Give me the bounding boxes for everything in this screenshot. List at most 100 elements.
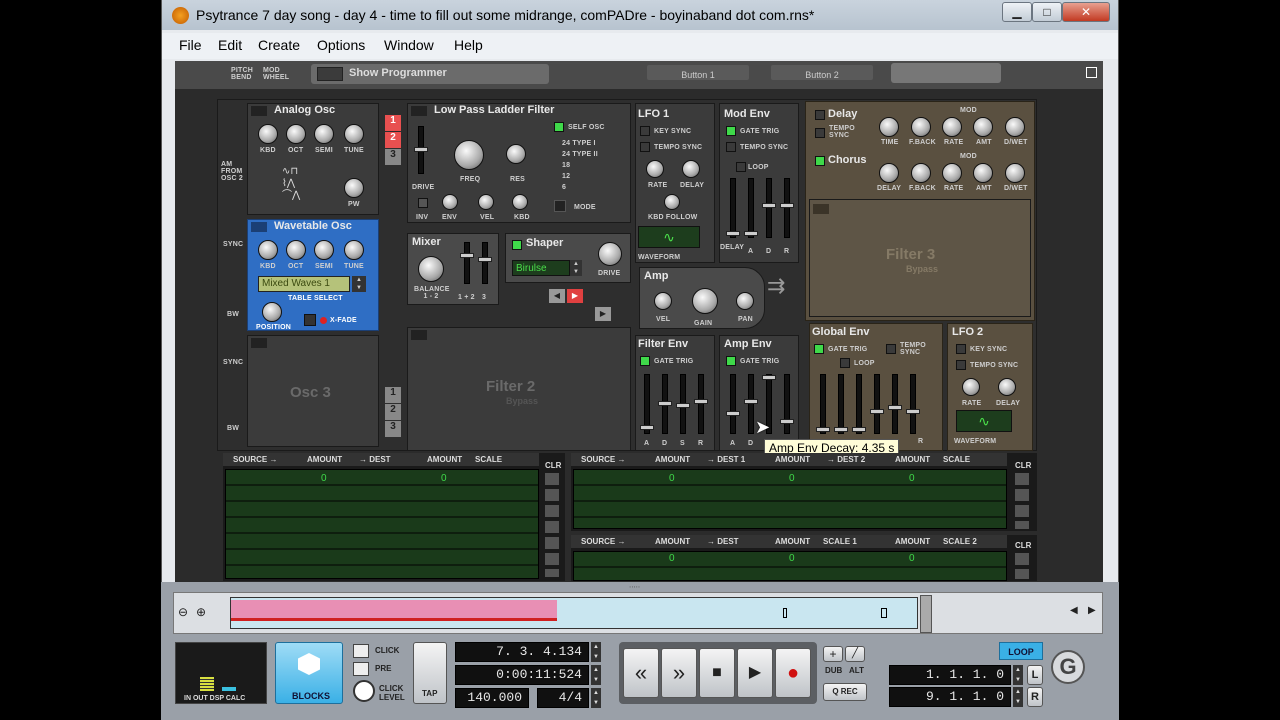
mbl-clr-buttons[interactable] [545,473,559,577]
stop-button[interactable]: ■ [699,648,735,698]
navigator-grip-icon[interactable]: ∙∙∙∙∙ [629,582,640,591]
right-locator-display[interactable]: 9. 1. 1. 0 [889,687,1011,707]
slot-b2-button[interactable]: 2 [385,404,401,420]
shaper-drive-knob[interactable] [598,242,622,266]
route-right-button[interactable]: ▶ [567,289,583,303]
wavetable-stepper[interactable]: ▲ ▼ [352,276,366,292]
xfade-toggle[interactable] [304,314,316,326]
mix-3-fader[interactable] [478,242,492,284]
mod-env-tempo-led[interactable] [726,142,736,152]
route-filter2-button[interactable]: ▶ [595,307,611,321]
scroll-right-icon[interactable]: ▶ [1088,605,1096,616]
filter-env-r-fader[interactable] [694,374,708,434]
analog-oct-knob[interactable] [286,124,306,144]
chorus-fback-knob[interactable] [911,163,931,183]
record-button[interactable]: ● [775,648,811,698]
slot-1-button[interactable]: 1 [385,115,401,131]
analog-pw-knob[interactable] [344,178,364,198]
balance-knob[interactable] [418,256,444,282]
global-env-fader-3[interactable] [852,374,866,434]
lfo2-waveform-display[interactable]: ∿ [956,410,1012,432]
button-1[interactable]: Button 1 [647,65,749,80]
mbr-clr-buttons[interactable] [1015,473,1029,529]
show-programmer-button[interactable]: Show Programmer [311,64,549,84]
filter-env-knob[interactable] [442,194,458,210]
wt-position-knob[interactable] [262,302,282,322]
wt-semi-knob[interactable] [314,240,334,260]
filter-kbd-knob[interactable] [512,194,528,210]
delay-led[interactable] [815,110,825,120]
lfo2-key-sync-led[interactable] [956,344,966,354]
route-left-button[interactable]: ◀ [549,289,565,303]
lfo1-waveform-display[interactable]: ∿ [638,226,700,248]
mbl-rows[interactable] [225,469,539,579]
amp-env-d-fader[interactable] [744,374,758,434]
delay-fback-knob[interactable] [911,117,931,137]
filter-mode-button[interactable] [554,200,566,212]
menu-edit[interactable]: Edit [218,37,242,53]
chorus-amt-knob[interactable] [973,163,993,183]
mod-env-delay-fader[interactable] [726,178,740,238]
filter-env-s-fader[interactable] [676,374,690,434]
waveform-selector-icon[interactable]: ∿⊓ ⌇⋀ ⌒⋀ [282,166,334,206]
navigator-track[interactable] [230,597,918,629]
filter-type-3[interactable]: 18 [562,162,570,169]
global-env-fader-5[interactable] [888,374,902,434]
amp-env-r-fader[interactable] [780,374,794,434]
chorus-led[interactable] [815,156,825,166]
mbb-clr-buttons[interactable] [1015,553,1029,579]
shaper-mode-stepper[interactable]: ▲ ▼ [570,260,582,276]
position-stepper[interactable]: ▲ ▼ [591,642,601,662]
menu-window[interactable]: Window [384,37,434,53]
click-level-knob[interactable] [353,680,375,702]
time-stepper[interactable]: ▲ ▼ [591,665,601,685]
filter-type-4[interactable]: 12 [562,173,570,180]
pencil-button[interactable]: ╱ [845,646,865,662]
analog-kbd-knob[interactable] [258,124,278,144]
filter-type-5[interactable]: 6 [562,184,566,191]
lfo1-tempo-sync-led[interactable] [640,142,650,152]
alt-label[interactable]: ALT [849,666,864,675]
filter-type-1[interactable]: 24 TYPE I [562,140,596,147]
zoom-in-icon[interactable]: ⊕ [196,605,206,619]
global-env-tempo-led[interactable] [886,344,896,354]
maximize-button[interactable]: □ [1032,2,1062,22]
delay-tempo-sync-led[interactable] [815,128,825,138]
delay-time-knob[interactable] [879,117,899,137]
wt-oct-knob[interactable] [286,240,306,260]
global-env-fader-1[interactable] [816,374,830,434]
mod-env-gate-led[interactable] [726,126,736,136]
global-env-gate-led[interactable] [814,344,824,354]
rewind-button[interactable]: « [623,648,659,698]
chorus-dwet-knob[interactable] [1005,163,1025,183]
right-locator-button[interactable]: R [1027,687,1043,707]
filter-vel-knob[interactable] [478,194,494,210]
tempo-display[interactable]: 140.000 [455,688,529,708]
q-rec-button[interactable]: Q REC [823,683,867,701]
global-env-fader-2[interactable] [834,374,848,434]
lfo1-kbd-follow-knob[interactable] [664,194,680,210]
mod-env-loop-led[interactable] [736,162,746,172]
song-position-display[interactable]: 7. 3. 4.134 [455,642,589,662]
filter-env-d-fader[interactable] [658,374,672,434]
filter-env-gate-led[interactable] [640,356,650,366]
signature-stepper[interactable]: ▲ ▼ [591,688,601,708]
filter-env-a-fader[interactable] [640,374,654,434]
menu-help[interactable]: Help [454,37,483,53]
shaper-led[interactable] [512,240,522,250]
signature-display[interactable]: 4/4 [537,688,589,708]
chorus-rate-knob[interactable] [942,163,962,183]
loop-button[interactable]: LOOP [999,642,1043,660]
zoom-out-icon[interactable]: ⊖ [178,605,188,619]
amp-gain-knob[interactable] [692,288,718,314]
mix-12-fader[interactable] [460,242,474,284]
chorus-delay-knob[interactable] [879,163,899,183]
inv-toggle[interactable] [418,198,428,208]
res-knob[interactable] [506,144,526,164]
filter-menu-icon[interactable] [411,106,427,116]
wavetable-display[interactable]: Mixed Waves 1 [258,276,350,292]
filter3-menu-icon[interactable] [813,204,829,214]
mod-env-d-fader[interactable] [762,178,776,238]
global-env-loop-led[interactable] [840,358,850,368]
drive-fader[interactable] [414,126,428,174]
